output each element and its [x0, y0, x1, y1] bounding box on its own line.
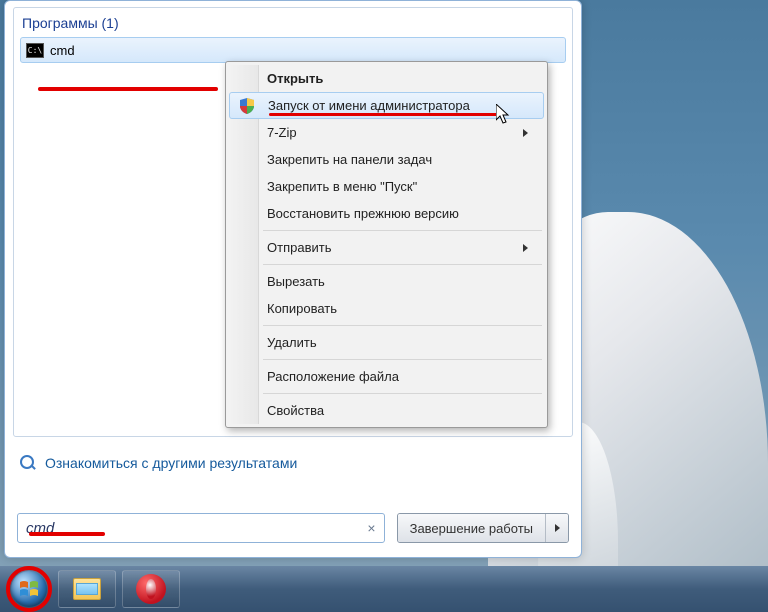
ctx-open-file-location-label: Расположение файла [267, 369, 399, 384]
shutdown-label[interactable]: Завершение работы [398, 514, 546, 542]
ctx-restore-previous-label: Восстановить прежнюю версию [267, 206, 459, 221]
search-result-label: cmd [50, 43, 75, 58]
ctx-send-to-label: Отправить [267, 240, 331, 255]
ctx-delete[interactable]: Удалить [229, 329, 544, 356]
mouse-cursor-icon [496, 104, 512, 126]
annotation-circle [6, 566, 52, 612]
shutdown-button[interactable]: Завершение работы [397, 513, 569, 543]
results-section-header: Программы (1) [20, 13, 566, 37]
ctx-cut-label: Вырезать [267, 274, 325, 289]
ctx-7zip-label: 7-Zip [267, 125, 297, 140]
ctx-pin-taskbar-label: Закрепить на панели задач [267, 152, 432, 167]
separator [263, 264, 542, 265]
search-icon [19, 454, 37, 472]
ctx-restore-previous[interactable]: Восстановить прежнюю версию [229, 200, 544, 227]
chevron-right-icon [555, 524, 560, 532]
ctx-pin-taskbar[interactable]: Закрепить на панели задач [229, 146, 544, 173]
clear-search-icon[interactable]: × [367, 520, 375, 536]
chevron-right-icon [523, 129, 528, 137]
opera-icon [136, 574, 166, 604]
start-menu-bottom-row: cmd × Завершение работы [17, 513, 569, 543]
taskbar [0, 566, 768, 612]
separator [263, 325, 542, 326]
ctx-properties[interactable]: Свойства [229, 397, 544, 424]
search-result-cmd[interactable]: C:\ cmd [20, 37, 566, 63]
separator [263, 359, 542, 360]
separator [263, 393, 542, 394]
see-more-results[interactable]: Ознакомиться с другими результатами [19, 454, 297, 472]
shutdown-options-arrow[interactable] [546, 514, 568, 542]
ctx-pin-start-label: Закрепить в меню "Пуск" [267, 179, 417, 194]
search-input[interactable]: cmd × [17, 513, 385, 543]
annotation-underline [29, 532, 105, 536]
ctx-copy-label: Копировать [267, 301, 337, 316]
ctx-copy[interactable]: Копировать [229, 295, 544, 322]
ctx-properties-label: Свойства [267, 403, 324, 418]
separator [263, 230, 542, 231]
start-button[interactable] [6, 566, 52, 612]
chevron-right-icon [523, 244, 528, 252]
annotation-underline [269, 113, 499, 116]
ctx-open[interactable]: Открыть [229, 65, 544, 92]
ctx-run-as-admin-label: Запуск от имени администратора [268, 98, 470, 113]
explorer-icon [73, 578, 101, 600]
see-more-label: Ознакомиться с другими результатами [45, 455, 297, 471]
ctx-send-to[interactable]: Отправить [229, 234, 544, 261]
ctx-pin-start[interactable]: Закрепить в меню "Пуск" [229, 173, 544, 200]
uac-shield-icon [240, 98, 254, 114]
ctx-open-label: Открыть [267, 71, 323, 86]
annotation-underline [38, 87, 218, 91]
cmd-icon: C:\ [26, 43, 44, 58]
ctx-delete-label: Удалить [267, 335, 317, 350]
taskbar-opera[interactable] [122, 570, 180, 608]
ctx-cut[interactable]: Вырезать [229, 268, 544, 295]
taskbar-explorer[interactable] [58, 570, 116, 608]
ctx-open-file-location[interactable]: Расположение файла [229, 363, 544, 390]
